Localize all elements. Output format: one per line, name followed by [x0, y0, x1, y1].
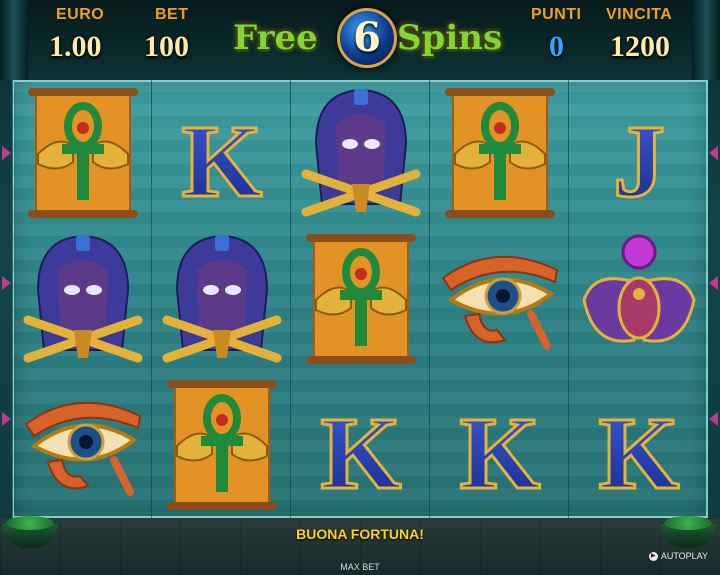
status-message: BUONA FORTUNA! [296, 526, 424, 542]
reel-4: K [429, 80, 569, 518]
right-pillar [692, 0, 720, 80]
k-symbol: K [435, 376, 565, 514]
slot-game-screen: EURO 1.00 BET 100 Free 6 Spins PUNTI 0 V… [0, 0, 720, 575]
punti-value: 0 [549, 30, 564, 63]
euro-value[interactable]: 1.00 [49, 30, 102, 64]
left-pillar [0, 0, 28, 80]
k-symbol: K [157, 84, 287, 222]
payline-marker-left-1 [2, 146, 11, 160]
ankh-scroll-symbol [296, 230, 426, 368]
logo-free-text: Free [233, 18, 318, 58]
vincita-label: VINCITA [606, 6, 673, 23]
eye-of-horus-symbol [18, 376, 148, 514]
reel-3: K [290, 80, 430, 518]
free-spins-logo: Free 6 Spins [215, 4, 505, 72]
punti-label: PUNTI [531, 6, 582, 23]
ankh-scroll-symbol [157, 376, 287, 514]
reel-frame: KKKJK [12, 80, 708, 518]
reel-1 [12, 80, 152, 518]
max-bet-button[interactable]: MAX BET [0, 562, 720, 572]
svg-text:K: K [182, 104, 263, 219]
pharaoh-symbol [157, 230, 287, 368]
autoplay-icon: ▶ [648, 551, 658, 561]
payline-marker-left-2 [2, 276, 11, 290]
k-symbol: K [574, 376, 704, 514]
payline-marker-right-1 [709, 146, 718, 160]
pharaoh-symbol [18, 230, 148, 368]
k-symbol: K [296, 376, 426, 514]
scarab-symbol [574, 230, 704, 368]
ankh-scroll-symbol [435, 84, 565, 222]
reel-5: JK [568, 80, 708, 518]
svg-text:K: K [599, 396, 680, 511]
bet-value[interactable]: 100 [144, 30, 189, 64]
autoplay-label: AUTOPLAY [660, 551, 708, 561]
ankh-scroll-symbol [18, 84, 148, 222]
j-symbol: J [574, 84, 704, 222]
free-spins-counter-orb: 6 [337, 8, 397, 68]
euro-label: EURO [56, 6, 105, 23]
pharaoh-symbol [296, 84, 426, 222]
payline-marker-left-3 [2, 412, 11, 426]
vincita-value: 1200 [610, 30, 670, 63]
svg-text:K: K [460, 396, 541, 511]
top-hud-bar: EURO 1.00 BET 100 Free 6 Spins PUNTI 0 V… [0, 0, 720, 80]
free-spins-count: 6 [353, 14, 381, 61]
reel-2: K [151, 80, 291, 518]
logo-spins-text: Spins [397, 18, 503, 58]
eye-of-horus-symbol [435, 230, 565, 368]
autoplay-button[interactable]: ▶ AUTOPLAY [648, 551, 708, 561]
svg-text:K: K [321, 396, 402, 511]
payline-marker-right-2 [709, 276, 718, 290]
bet-label: BET [155, 6, 189, 23]
payline-marker-right-3 [709, 412, 718, 426]
svg-text:J: J [613, 104, 665, 219]
